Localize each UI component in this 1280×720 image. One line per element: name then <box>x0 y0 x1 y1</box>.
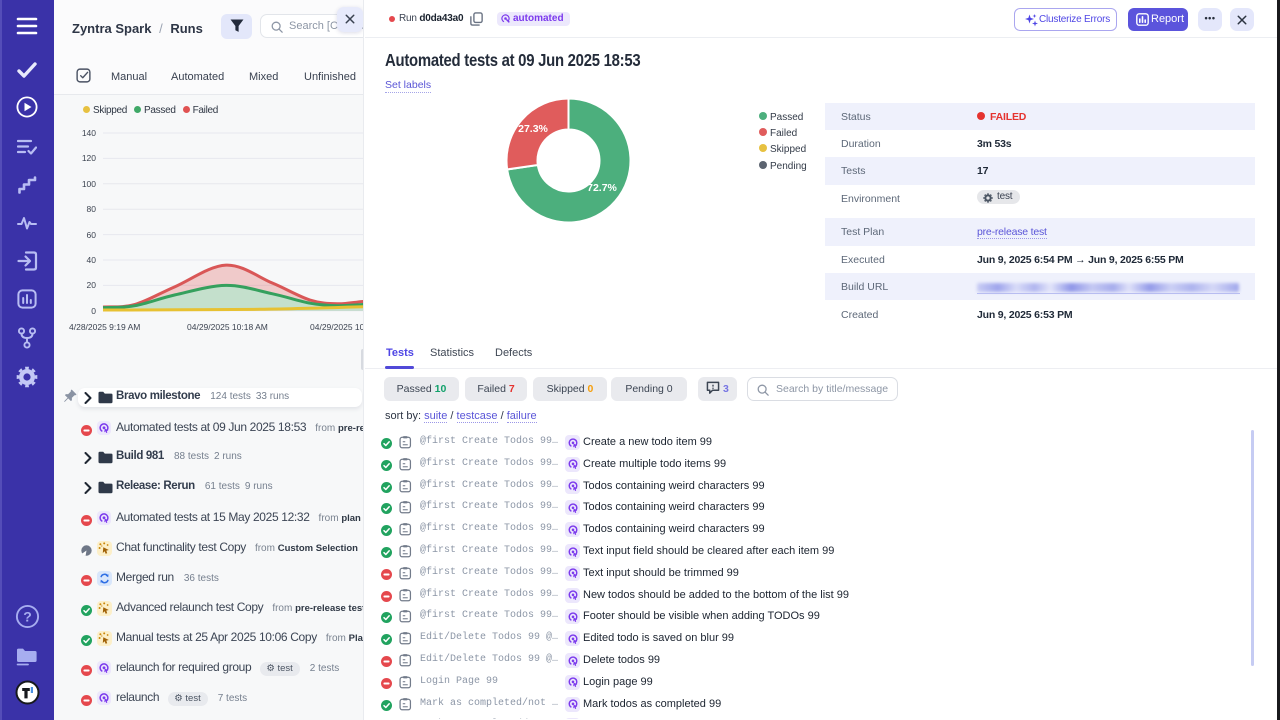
svg-text:72.7%: 72.7% <box>587 182 617 194</box>
svg-text:?: ? <box>23 608 32 624</box>
svg-text:27.3%: 27.3% <box>518 123 548 135</box>
